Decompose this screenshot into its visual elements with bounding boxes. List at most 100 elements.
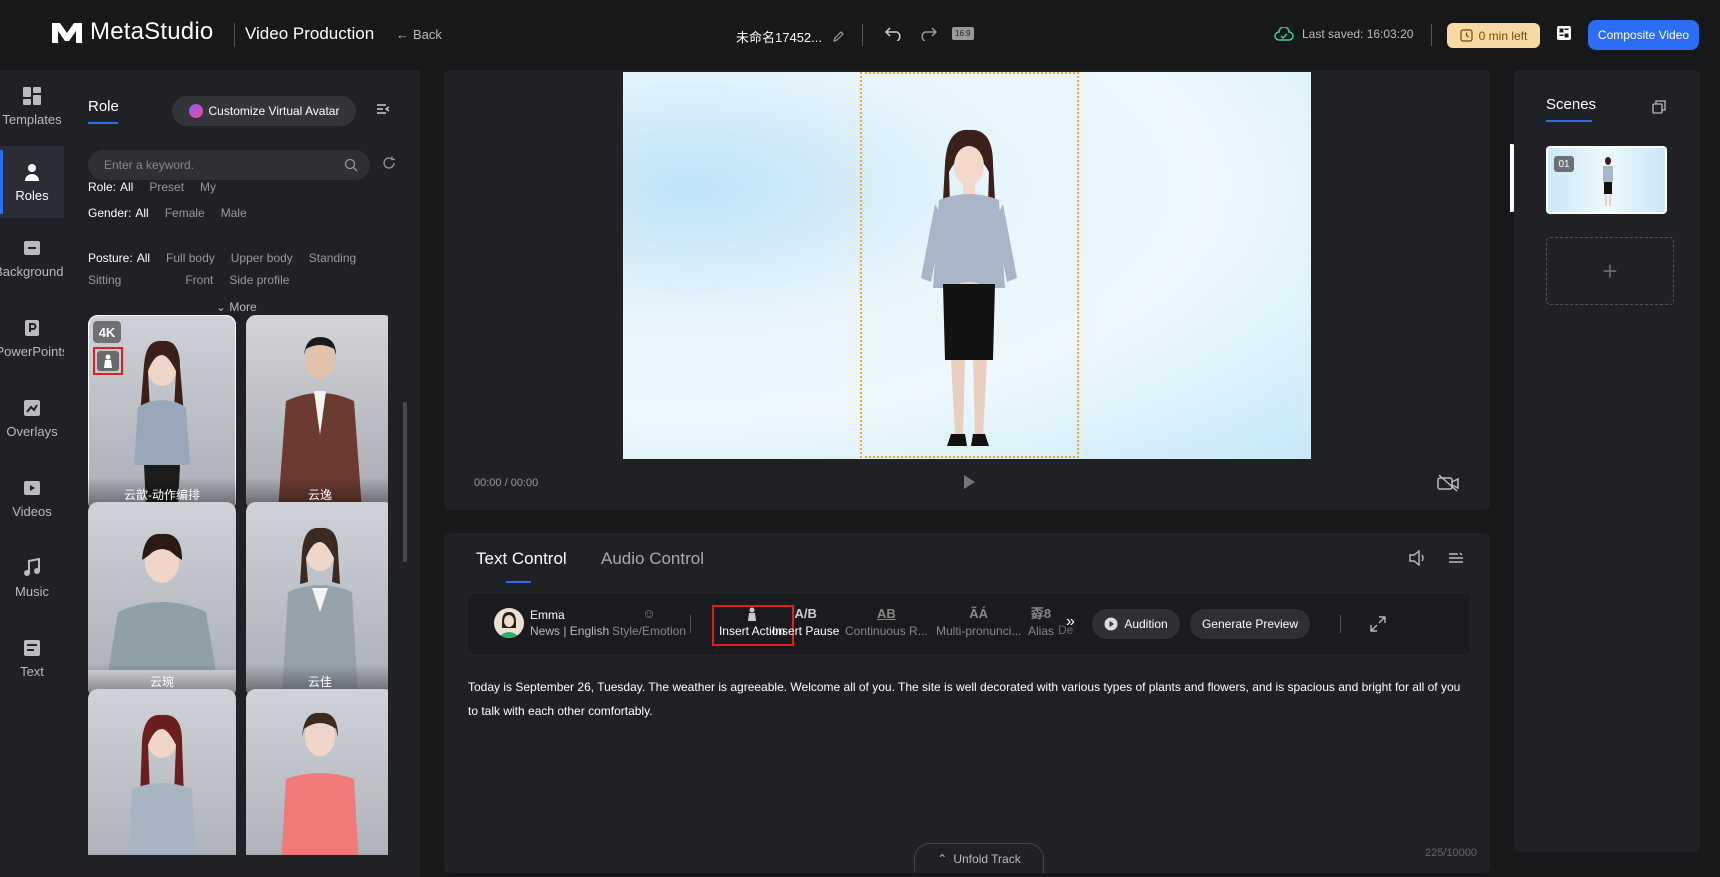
role-panel: Role Customize Virtual Avatar Enter a ke… <box>64 70 420 877</box>
nav-videos[interactable]: Videos <box>0 462 64 534</box>
add-scene-button[interactable]: + <box>1546 237 1674 305</box>
nav-label: Videos <box>12 503 52 519</box>
role-card[interactable] <box>88 689 236 855</box>
search-icon[interactable] <box>344 158 358 172</box>
filter-option[interactable]: Preset <box>149 180 184 194</box>
apps-icon[interactable] <box>1556 25 1572 46</box>
speaker-selector[interactable]: Emma News | English <box>494 608 609 638</box>
role-name <box>88 851 236 855</box>
cloud-check-icon <box>1274 27 1294 41</box>
filter-option[interactable]: Female <box>165 206 205 220</box>
history-controls: 16:9 <box>884 25 974 41</box>
nav-text[interactable]: Text <box>0 622 64 694</box>
more-filters-button[interactable]: ⌄ More <box>216 300 257 314</box>
back-button[interactable]: ← Back <box>396 27 442 42</box>
unfold-track-button[interactable]: ⌃ Unfold Track <box>914 843 1044 873</box>
video-canvas[interactable] <box>623 72 1311 459</box>
camera-off-icon[interactable] <box>1436 473 1460 493</box>
filter-option[interactable]: Upper body <box>231 251 293 265</box>
tab-text-control[interactable]: Text Control <box>476 549 567 583</box>
gender-filter: Gender: All Female Male <box>88 206 247 220</box>
filter-option[interactable]: My <box>200 180 216 194</box>
role-card[interactable]: 4K 云歆-动作编排 <box>88 315 236 511</box>
product-title: Video Production <box>245 24 375 43</box>
alias-tool[interactable]: 孬8 Alias <box>1028 607 1055 639</box>
nav-roles[interactable]: Roles <box>0 146 64 218</box>
nav-powerpoints[interactable]: PowerPoints <box>0 302 69 374</box>
play-circle-icon <box>1104 617 1118 631</box>
action-badge <box>93 347 123 375</box>
time-left-text: 0 min left <box>1478 28 1528 43</box>
redo-icon[interactable] <box>918 25 938 41</box>
filter-settings-icon[interactable] <box>1448 552 1464 564</box>
filter-option[interactable]: All <box>120 180 133 194</box>
continuous-reading-tool[interactable]: AB Continuous R... <box>845 606 928 639</box>
customize-label: Customize Virtual Avatar <box>208 104 340 118</box>
multi-pronunciation-tool[interactable]: ÃÁ Multi-pronunci... <box>936 607 1021 639</box>
filter-label: Gender: <box>88 206 132 220</box>
tool-label: Alias <box>1028 624 1055 638</box>
search-input[interactable]: Enter a keyword. <box>88 150 370 180</box>
timecode: 00:00 / 00:00 <box>474 477 539 489</box>
scrollbar[interactable] <box>403 402 407 562</box>
time-left-badge[interactable]: 0 min left <box>1447 23 1540 48</box>
customize-avatar-button[interactable]: Customize Virtual Avatar <box>172 96 356 126</box>
divider <box>234 23 235 47</box>
divider <box>862 24 863 46</box>
chevron-double-right-icon[interactable]: » <box>1066 613 1075 631</box>
composite-video-button[interactable]: Composite Video <box>1588 20 1699 50</box>
filter-option[interactable]: Front <box>185 273 213 287</box>
pause-text-icon: A/B <box>794 606 817 621</box>
text-icon <box>24 639 40 656</box>
filter-option[interactable]: All <box>135 206 148 220</box>
undo-icon[interactable] <box>884 25 904 41</box>
top-bar: MetaStudio Video Production ← Back 未命名17… <box>0 0 1720 70</box>
tab-role[interactable]: Role <box>88 98 119 124</box>
scenes-title: Scenes <box>1546 96 1597 122</box>
copy-icon[interactable] <box>1652 100 1666 114</box>
role-card[interactable]: 云佳 <box>246 502 388 698</box>
generate-preview-button[interactable]: Generate Preview <box>1190 609 1310 639</box>
filter-label: Posture: <box>88 251 133 265</box>
chevron-down-icon: ⌄ <box>216 300 230 314</box>
refresh-icon[interactable] <box>382 156 396 170</box>
role-portrait <box>127 714 197 855</box>
aspect-ratio-badge[interactable]: 16:9 <box>952 26 974 40</box>
avatar-figure[interactable] <box>913 128 1023 458</box>
tab-audio-control[interactable]: Audio Control <box>601 549 704 569</box>
project-title[interactable]: 未命名17452... <box>736 27 845 46</box>
role-card[interactable]: 云逸 <box>246 315 388 511</box>
filter-option[interactable]: Full body <box>166 251 215 265</box>
volume-icon[interactable] <box>1408 550 1426 566</box>
audition-button[interactable]: Audition <box>1092 609 1180 639</box>
nav-label: Music <box>15 583 49 599</box>
nav-music[interactable]: Music <box>0 542 64 614</box>
back-label: Back <box>413 27 442 42</box>
role-card[interactable] <box>246 689 388 855</box>
scene-thumbnail[interactable]: 01 <box>1546 146 1667 214</box>
role-card[interactable]: 云琬 <box>88 502 236 698</box>
nav-label: Text <box>20 663 44 679</box>
script-text[interactable]: Today is September 26, Tuesday. The weat… <box>468 675 1468 723</box>
continuous-icon: AB <box>876 606 896 621</box>
filter-option[interactable]: All <box>137 251 150 265</box>
tool-label: Insert Pause <box>772 624 840 638</box>
nav-overlays[interactable]: Overlays <box>0 382 64 454</box>
play-icon[interactable] <box>962 474 976 490</box>
collapse-panel-icon[interactable] <box>376 102 390 120</box>
filter-option[interactable]: Male <box>221 206 247 220</box>
role-portrait <box>281 712 359 855</box>
filter-option[interactable]: Standing <box>309 251 356 265</box>
filter-option[interactable]: Side profile <box>229 273 289 287</box>
text-control-panel: Text Control Audio Control Emma News | E… <box>444 533 1490 873</box>
4k-badge: 4K <box>93 321 121 343</box>
insert-pause-tool[interactable]: A/B Insert Pause <box>772 606 840 639</box>
style-emotion-tool[interactable]: ☺ Style/Emotion <box>612 607 686 639</box>
edit-icon[interactable] <box>832 30 845 43</box>
nav-backgrounds[interactable]: Backgrounds <box>0 222 70 294</box>
expand-icon[interactable] <box>1370 616 1386 632</box>
speaker-style: News | English <box>530 624 610 638</box>
nav-templates[interactable]: Templates <box>0 70 64 142</box>
filter-option[interactable]: Sitting <box>88 273 121 287</box>
clock-icon <box>1460 29 1473 42</box>
